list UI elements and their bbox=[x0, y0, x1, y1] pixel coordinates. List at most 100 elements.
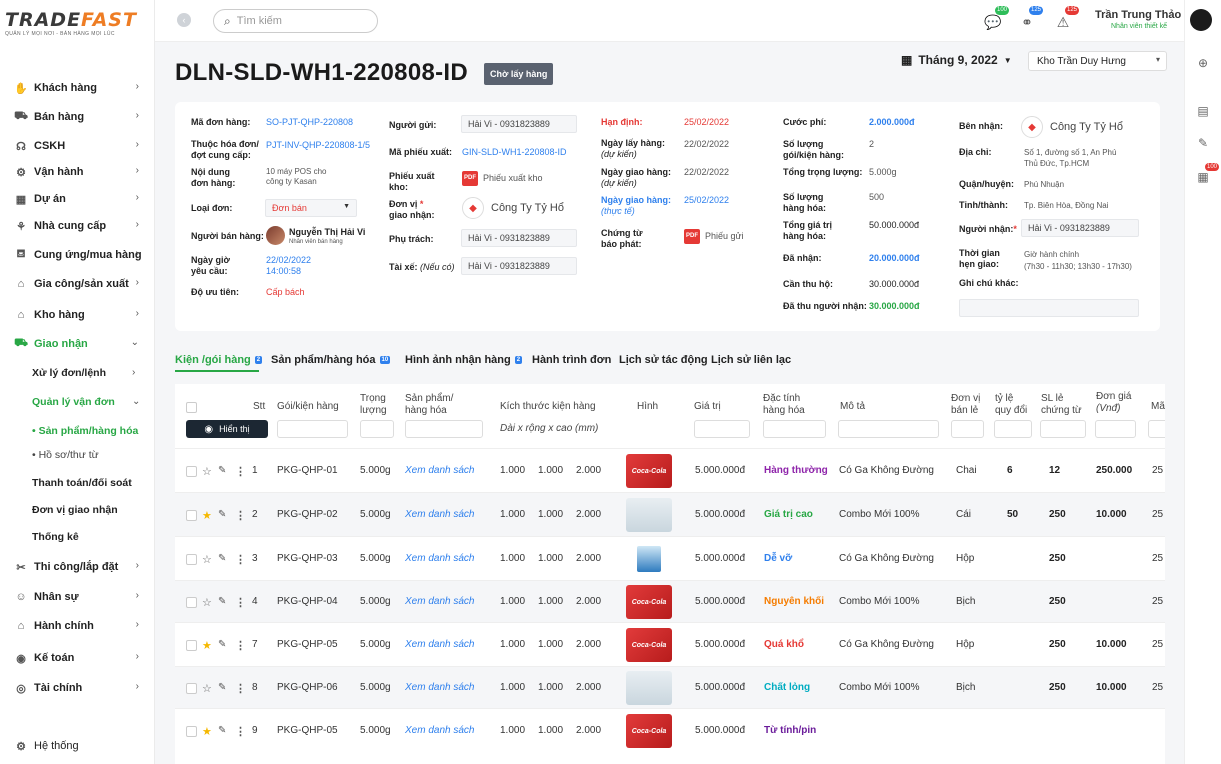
export-code-link[interactable]: GIN-SLD-WH1-220808-ID bbox=[462, 147, 567, 158]
more-options-icon[interactable]: ⋮ bbox=[235, 509, 246, 522]
calendar-icon[interactable]: ▦ 100 bbox=[1196, 163, 1219, 184]
filter-unit-input[interactable] bbox=[951, 420, 984, 438]
tab-contact-history[interactable]: Lịch sử liên lạc bbox=[711, 354, 791, 366]
table-row[interactable]: ★ ✎ ⋮ 9 PKG-QHP-05 5.000g Xem danh sách 1.000 1.… bbox=[175, 708, 1165, 752]
tab-products[interactable]: Sản phẩm/hàng hóa 10 bbox=[271, 354, 391, 366]
nav-sub-xu-ly-don[interactable]: Xử lý đơn/lệnh › bbox=[32, 367, 135, 379]
row-checkbox[interactable] bbox=[186, 726, 197, 737]
alarm-icon[interactable]: ⚠ 125 bbox=[1053, 6, 1079, 32]
edit-icon[interactable]: ✎ bbox=[218, 639, 226, 650]
sidebar-item-5[interactable]: ⚘ Nhà cung cấp › bbox=[0, 215, 155, 237]
more-options-icon[interactable]: ⋮ bbox=[235, 725, 246, 738]
edit-icon[interactable]: ✎ bbox=[218, 682, 226, 693]
show-columns-button[interactable]: ◉ Hiển thị bbox=[186, 420, 268, 438]
select-all-checkbox[interactable] bbox=[186, 402, 197, 413]
recipient-field[interactable]: Hải Vi - 0931823889 bbox=[1021, 219, 1139, 237]
sidebar-item-13[interactable]: ◉ Kế toán › bbox=[0, 647, 155, 669]
edit-note-icon[interactable]: ✎ bbox=[1196, 136, 1210, 150]
filter-trait-input[interactable] bbox=[763, 420, 826, 438]
order-type-select[interactable]: Đơn bán ▼ bbox=[265, 199, 357, 217]
edit-icon[interactable]: ✎ bbox=[218, 465, 226, 476]
driver-field[interactable]: Hải Vi - 0931823889 bbox=[461, 257, 577, 275]
product-thumbnail[interactable] bbox=[626, 542, 672, 576]
nav-sub-quan-ly-van-don[interactable]: Quản lý vận đơn ⌄ bbox=[32, 396, 140, 408]
product-thumbnail[interactable]: Coca-Cola bbox=[626, 628, 672, 662]
product-thumbnail[interactable]: Coca-Cola bbox=[626, 454, 672, 488]
table-row[interactable]: ☆ ✎ ⋮ 3 PKG-QHP-03 5.000g Xem danh sách 1.000 1.… bbox=[175, 536, 1165, 580]
nav-sub-thong-ke[interactable]: Thống kê bbox=[32, 531, 79, 543]
sidebar-item-1[interactable]: ⛟ Bán hàng › bbox=[0, 106, 155, 128]
table-row[interactable]: ★ ✎ ⋮ 7 PKG-QHP-05 5.000g Xem danh sách 1.000 1.… bbox=[175, 622, 1165, 666]
sidebar-item-11[interactable]: ☺ Nhân sự › bbox=[0, 586, 155, 608]
product-thumbnail[interactable]: Coca-Cola bbox=[626, 714, 672, 748]
tab-activity-history[interactable]: Lịch sử tác động bbox=[619, 354, 708, 366]
product-thumbnail[interactable] bbox=[626, 498, 672, 532]
nav-subsub-ho-so[interactable]: • Hồ sơ/thư từ bbox=[32, 449, 99, 461]
brand-logo[interactable]: TRADEFAST QUẢN LÝ MỌI NƠI - BÁN HÀNG MỌI… bbox=[5, 10, 153, 37]
filter-description-input[interactable] bbox=[838, 420, 939, 438]
sidebar-item-8[interactable]: ⌂ Kho hàng › bbox=[0, 304, 155, 326]
row-checkbox[interactable] bbox=[186, 597, 197, 608]
edit-icon[interactable]: ✎ bbox=[218, 553, 226, 564]
note-field[interactable] bbox=[959, 299, 1139, 317]
tab-packages[interactable]: Kiện /gói hàng 2 bbox=[175, 354, 263, 366]
filter-ratio-input[interactable] bbox=[994, 420, 1032, 438]
row-checkbox[interactable] bbox=[186, 640, 197, 651]
table-row[interactable]: ★ ✎ ⋮ 2 PKG-QHP-02 5.000g Xem danh sách 1.000 1.… bbox=[175, 492, 1165, 536]
nav-sub-don-vi-giao-nhan[interactable]: Đơn vị giao nhận bbox=[32, 504, 118, 516]
star-icon[interactable]: ★ bbox=[202, 509, 212, 522]
view-list-link[interactable]: Xem danh sách bbox=[405, 465, 475, 476]
nav-subsub-san-pham[interactable]: • Sản phẩm/hàng hóa bbox=[32, 425, 138, 437]
nav-sub-thanh-toan[interactable]: Thanh toán/đối soát bbox=[32, 477, 132, 489]
sidebar-item-6[interactable]: ⛾ Cung ứng/mua hàng › bbox=[0, 244, 155, 266]
sidebar-item-0[interactable]: ✋ Khách hàng › bbox=[0, 77, 155, 99]
filter-value-input[interactable] bbox=[694, 420, 750, 438]
month-picker[interactable]: ▦ Tháng 9, 2022 ▼ bbox=[901, 53, 1012, 67]
delivery-proof-file[interactable]: PDF Phiếu gửi bbox=[684, 229, 744, 244]
sidebar-item-2[interactable]: ☊ CSKH › bbox=[0, 135, 155, 157]
sidebar-item-9[interactable]: ⛟ Giao nhận ⌄ bbox=[0, 333, 155, 355]
more-options-icon[interactable]: ⋮ bbox=[235, 639, 246, 652]
clipboard-icon[interactable]: ▤ bbox=[1196, 104, 1210, 118]
table-row[interactable]: ☆ ✎ ⋮ 4 PKG-QHP-04 5.000g Xem danh sách 1.000 1.… bbox=[175, 580, 1165, 622]
star-icon[interactable]: ☆ bbox=[202, 553, 212, 566]
order-code-link[interactable]: SO-PJT-QHP-220808 bbox=[266, 117, 353, 128]
view-list-link[interactable]: Xem danh sách bbox=[405, 509, 475, 520]
sidebar-item-14[interactable]: ◎ Tài chính › bbox=[0, 677, 155, 699]
user-name[interactable]: Trần Trung Thảo bbox=[1095, 9, 1181, 21]
edit-icon[interactable]: ✎ bbox=[218, 725, 226, 736]
row-checkbox[interactable] bbox=[186, 466, 197, 477]
table-row[interactable]: ☆ ✎ ⋮ 1 PKG-QHP-01 5.000g Xem danh sách 1.000 1.… bbox=[175, 448, 1165, 492]
star-icon[interactable]: ★ bbox=[202, 725, 212, 738]
table-row[interactable]: ☆ ✎ ⋮ 8 PKG-QHP-06 5.000g Xem danh sách 1.000 1.… bbox=[175, 666, 1165, 708]
nav-he-thong[interactable]: ⚙ Hệ thống bbox=[0, 735, 155, 757]
more-options-icon[interactable]: ⋮ bbox=[235, 465, 246, 478]
filter-weight-input[interactable] bbox=[360, 420, 394, 438]
star-icon[interactable]: ☆ bbox=[202, 682, 212, 695]
receiver-company[interactable]: ◆ Công Ty Tỷ Hổ bbox=[1021, 116, 1123, 138]
view-list-link[interactable]: Xem danh sách bbox=[405, 553, 475, 564]
row-checkbox[interactable] bbox=[186, 510, 197, 521]
sidebar-item-4[interactable]: ▦ Dự án › bbox=[0, 188, 155, 210]
tab-delivery-images[interactable]: Hình ảnh nhận hàng 2 bbox=[405, 354, 523, 366]
sidebar-item-10[interactable]: ✂ Thi công/lắp đặt › bbox=[0, 556, 155, 578]
more-options-icon[interactable]: ⋮ bbox=[235, 553, 246, 566]
view-list-link[interactable]: Xem danh sách bbox=[405, 596, 475, 607]
row-checkbox[interactable] bbox=[186, 554, 197, 565]
handshake-icon[interactable]: ⚭ 125 bbox=[1017, 6, 1043, 32]
invoice-link[interactable]: PJT-INV-QHP-220808-1/5 bbox=[266, 140, 370, 151]
filter-price-input[interactable] bbox=[1095, 420, 1136, 438]
product-thumbnail[interactable]: Coca-Cola bbox=[626, 585, 672, 619]
filter-package-input[interactable] bbox=[277, 420, 348, 438]
sidebar-item-7[interactable]: ⌂ Gia công/sản xuất › bbox=[0, 273, 155, 295]
sidebar-item-3[interactable]: ⚙ Vận hành › bbox=[0, 161, 155, 183]
sidebar-item-12[interactable]: ⌂ Hành chính › bbox=[0, 615, 155, 637]
view-list-link[interactable]: Xem danh sách bbox=[405, 682, 475, 693]
filter-qty-input[interactable] bbox=[1040, 420, 1086, 438]
more-options-icon[interactable]: ⋮ bbox=[235, 682, 246, 695]
filter-product-input[interactable] bbox=[405, 420, 483, 438]
sender-field[interactable]: Hải Vi - 0931823889 bbox=[461, 115, 577, 133]
export-slip-file[interactable]: PDF Phiếu xuất kho bbox=[462, 171, 543, 186]
product-thumbnail[interactable] bbox=[626, 671, 672, 705]
tab-journey[interactable]: Hành trình đơn bbox=[532, 354, 611, 366]
